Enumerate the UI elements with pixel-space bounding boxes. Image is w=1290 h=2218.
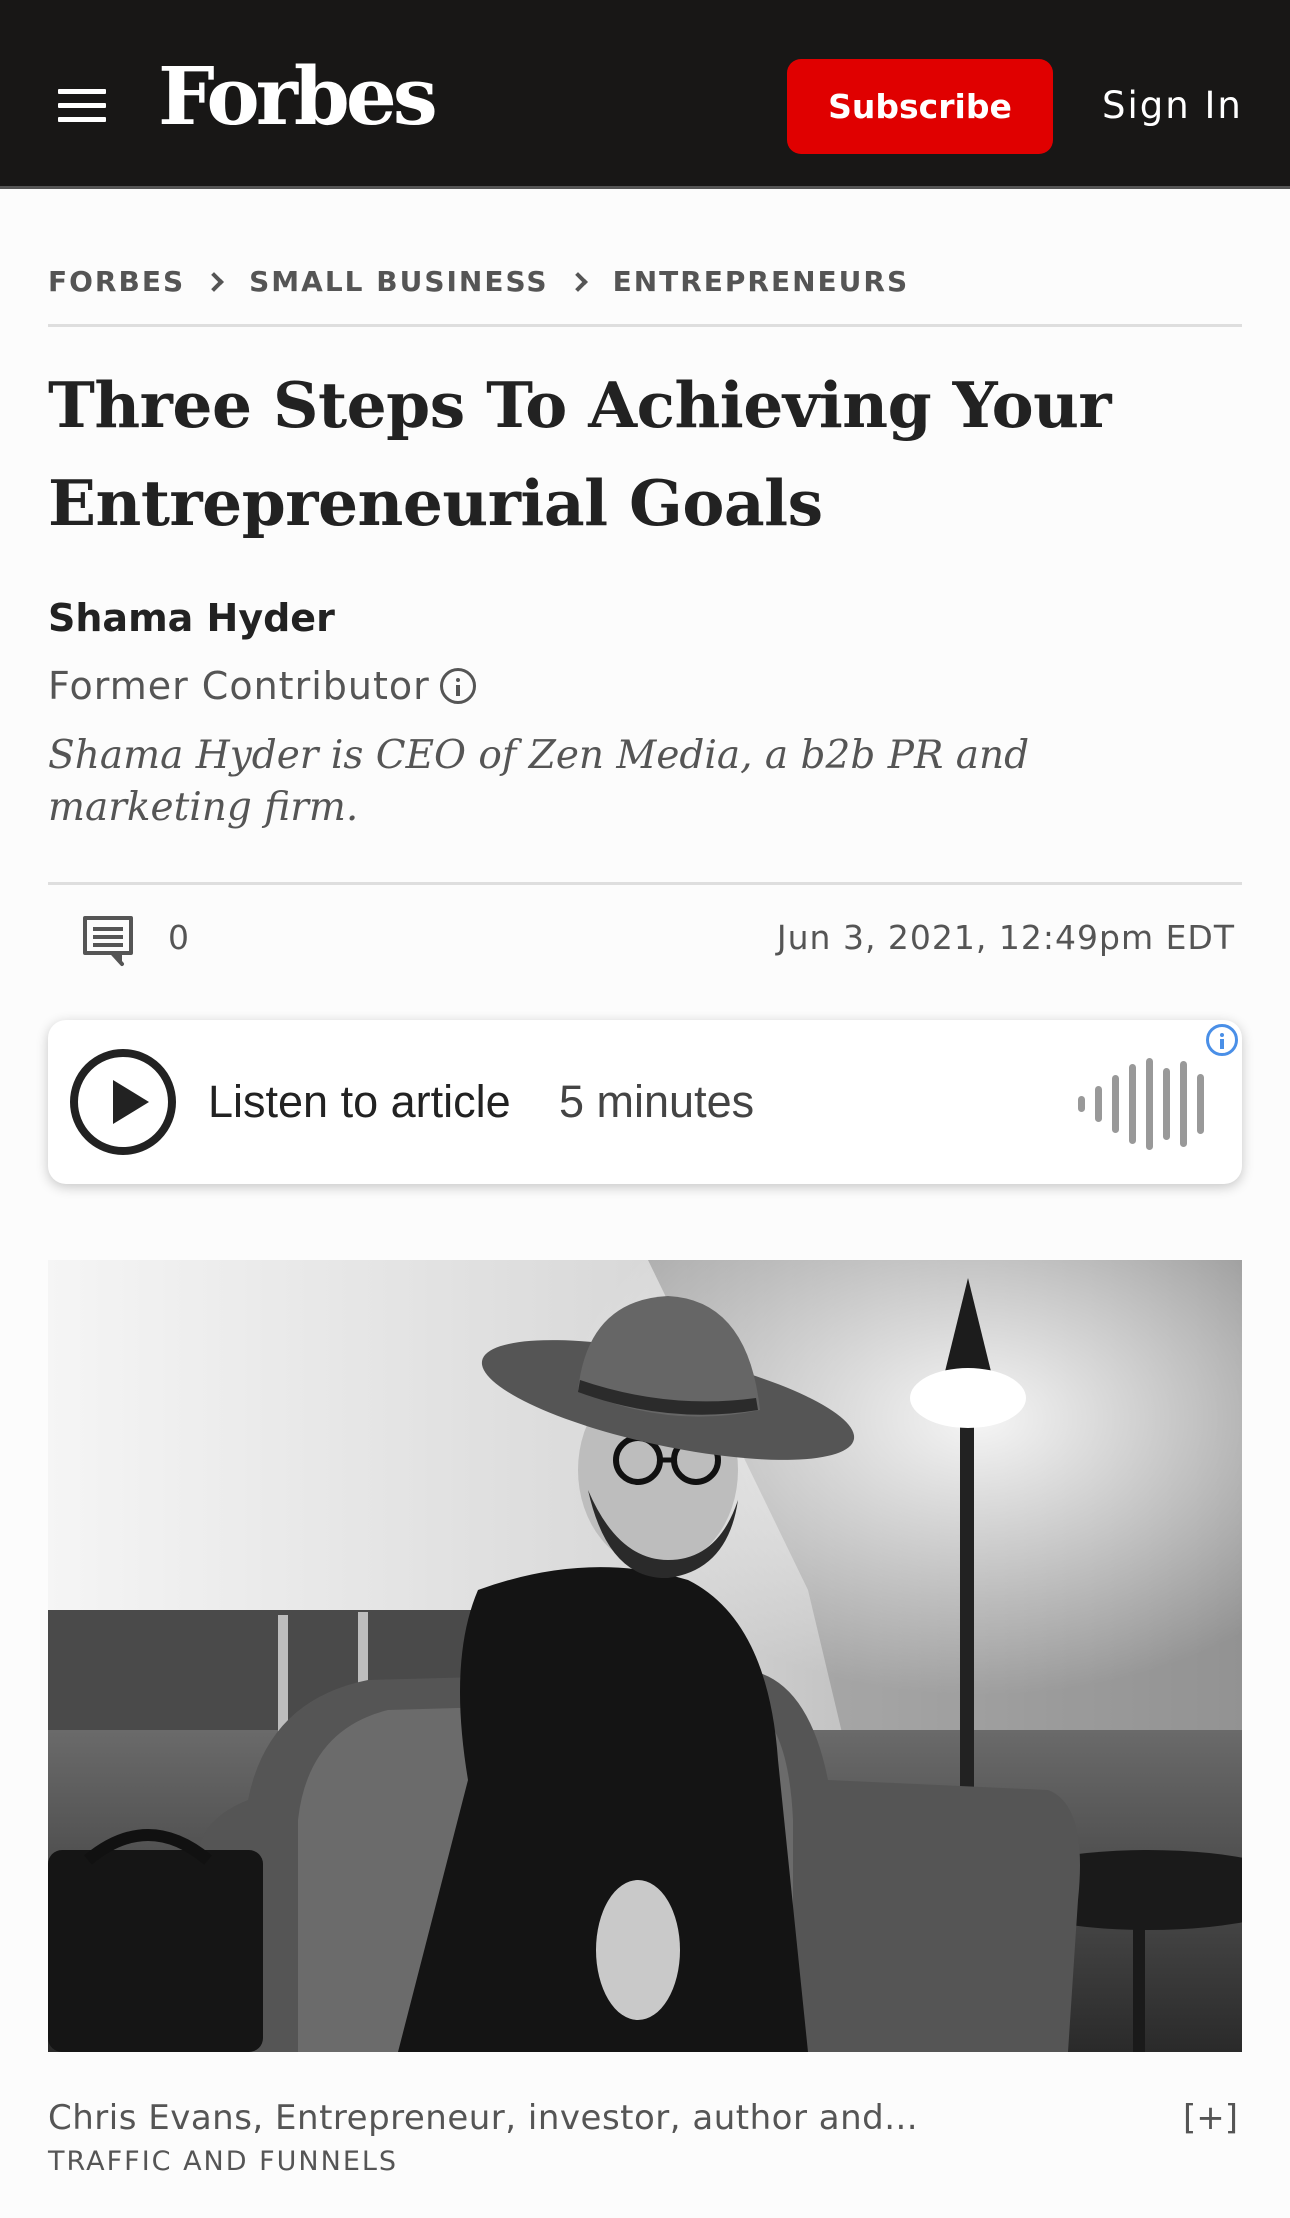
info-icon[interactable] (439, 668, 476, 704)
breadcrumb: FORBES SMALL BUSINESS ENTREPRENEURS (48, 265, 909, 298)
article-title-line-1: Three Steps To Achieving Your (48, 368, 1112, 442)
author-role: Former Contributor (48, 664, 476, 708)
hamburger-menu-icon[interactable] (58, 89, 106, 123)
photo-caption: Chris Evans, Entrepreneur, investor, aut… (48, 2098, 919, 2138)
site-header: Forbes Subscribe Sign In (0, 0, 1290, 189)
breadcrumb-forbes[interactable]: FORBES (48, 265, 185, 298)
breadcrumb-small-business[interactable]: SMALL BUSINESS (249, 265, 548, 298)
author-name[interactable]: Shama Hyder (48, 596, 335, 640)
article-title-line-2: Entrepreneurial Goals (48, 466, 823, 540)
audio-duration: 5 minutes (559, 1076, 755, 1127)
audio-player: Listen to article 5 minutes (48, 1020, 1242, 1184)
audio-waveform-icon (1078, 1056, 1204, 1152)
author-role-label: Former Contributor (48, 664, 430, 708)
comment-icon[interactable] (82, 915, 134, 967)
info-icon[interactable] (1206, 1024, 1238, 1056)
photo-credit: TRAFFIC AND FUNNELS (48, 2146, 399, 2177)
forbes-logo[interactable]: Forbes (158, 56, 438, 136)
listen-to-article-label[interactable]: Listen to article (208, 1076, 511, 1128)
author-bio: Shama Hyder is CEO of Zen Media, a b2b P… (48, 733, 1030, 830)
breadcrumb-entrepreneurs[interactable]: ENTREPRENEURS (613, 265, 910, 298)
subscribe-button[interactable]: Subscribe (787, 59, 1053, 154)
publish-date: Jun 3, 2021, 12:49pm EDT (776, 918, 1235, 957)
chevron-right-icon (567, 271, 588, 292)
comment-count[interactable]: 0 (168, 918, 189, 957)
sign-in-link[interactable]: Sign In (1102, 84, 1243, 128)
article-photo (48, 1260, 1242, 2052)
divider (48, 882, 1242, 885)
chevron-right-icon (204, 271, 225, 292)
article-title: Three Steps To Achieving Your Entreprene… (48, 356, 1242, 552)
play-icon[interactable] (70, 1049, 176, 1155)
divider (48, 324, 1242, 327)
expand-caption-button[interactable]: [+] (1183, 2098, 1238, 2138)
photo-illustration (48, 1260, 1242, 2052)
